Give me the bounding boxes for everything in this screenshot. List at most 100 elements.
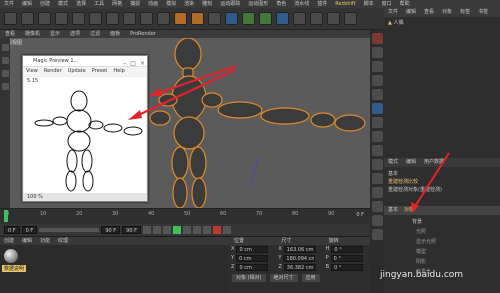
pos-z-field[interactable]: 0 cm	[236, 264, 269, 271]
tool-r14-icon[interactable]	[371, 215, 383, 226]
size-x-field[interactable]: 163.06 cm	[283, 246, 316, 253]
material-menu: 创建 编辑 功能 纹理	[0, 237, 228, 245]
rot-p-field[interactable]: 0 °	[330, 255, 363, 262]
tab-edit[interactable]: 编辑	[402, 8, 420, 17]
tab-bookmarks[interactable]: 书签	[474, 8, 492, 17]
coords-row-x: X0 cm X 163.06 cm H0 °	[228, 245, 370, 254]
panel-annotation-arrow	[411, 152, 450, 213]
tab-object[interactable]: 对象	[438, 8, 456, 17]
play-icon[interactable]	[172, 226, 181, 234]
tab-tags[interactable]: 标签	[456, 8, 474, 17]
record-icon[interactable]	[212, 226, 221, 234]
object-name: 人偶	[393, 20, 404, 26]
axis-label: X	[231, 246, 235, 252]
start-frame-field[interactable]: 0 F	[4, 226, 20, 234]
coords-row-z: Z0 cm Z 36.382 cm B0 °	[228, 263, 370, 272]
tick-label: 40	[148, 211, 155, 217]
last-frame-icon[interactable]	[202, 226, 211, 234]
tool-r11-icon[interactable]	[371, 173, 383, 184]
tab-file[interactable]: 文件	[384, 8, 402, 17]
tool-r15-icon[interactable]	[371, 229, 383, 240]
timeline[interactable]: 0 10 20 30 40 50 60 70 80 90 0 F	[0, 208, 370, 224]
rot-h-field[interactable]: 0 °	[331, 246, 364, 253]
timeline-ruler: 0 10 20 30 40 50 60 70 80 90	[6, 211, 336, 219]
prop-row-1[interactable]: 背景	[408, 218, 422, 226]
apply-button[interactable]: 应用	[301, 274, 320, 282]
rot-b-field[interactable]: 0 °	[331, 264, 364, 271]
tool-r9-icon[interactable]	[371, 145, 383, 156]
playhead[interactable]	[4, 210, 8, 222]
size-mode-dropdown[interactable]: 绝对尺寸	[269, 274, 298, 282]
size-z-field[interactable]: 36.382 cm	[283, 264, 316, 271]
mat-menu-edit[interactable]: 编辑	[18, 237, 36, 245]
object-row[interactable]: ▲ 人偶	[384, 19, 500, 27]
tool-r13-icon[interactable]	[371, 201, 383, 212]
prop-row-4[interactable]: 模型	[412, 248, 426, 256]
object-manager-panel: 文件 编辑 查看 对象 标签 书签 ▲ 人偶 模式 编辑 用户数据 基本 重建检…	[384, 8, 500, 293]
tool-r4-icon[interactable]	[371, 75, 383, 86]
annotation-arrow	[128, 69, 236, 120]
first-frame-icon[interactable]	[142, 226, 151, 234]
prop-row-3[interactable]: 显示光照	[412, 238, 436, 246]
tick-label: 70	[256, 211, 263, 217]
axis-label: Y	[231, 255, 235, 261]
axis-label: Z	[231, 264, 235, 270]
tool-r7-icon[interactable]	[371, 117, 383, 128]
attr-tab-mode[interactable]: 模式	[384, 158, 402, 167]
menu-help[interactable]: 帮助	[396, 0, 414, 8]
tool-r3-icon[interactable]	[371, 61, 383, 72]
coords-headers: 位置 尺寸 旋转	[228, 237, 370, 245]
tick-label: 10	[40, 211, 47, 217]
watermark: jingyan.baidu.com	[380, 270, 464, 280]
end-frame-field[interactable]: 90 F	[101, 226, 121, 234]
prop-row-5[interactable]: 阴影	[412, 258, 426, 266]
prev-frame-icon[interactable]	[162, 226, 171, 234]
coords-row-y: Y0 cm Y 180.094 cm P0 °	[228, 254, 370, 263]
next-frame-icon[interactable]	[182, 226, 191, 234]
subtab-basic[interactable]: 基本	[388, 206, 398, 215]
coords-header-rotation: 旋转	[328, 238, 339, 244]
tick-label: 90	[328, 211, 335, 217]
prev-key-icon[interactable]	[152, 226, 161, 234]
tool-r6-icon[interactable]	[371, 103, 383, 114]
menu-window[interactable]: 窗口	[378, 0, 396, 8]
end-frame-field-2[interactable]: 90 F	[122, 226, 141, 234]
object-manager-tabs: 文件 编辑 查看 对象 标签 书签	[384, 8, 500, 17]
tool-r2-icon[interactable]	[371, 47, 383, 58]
coords-footer: 对象 (相对) 绝对尺寸 应用	[228, 272, 370, 284]
material-manager: 创建 编辑 功能 纹理 数据说明	[0, 236, 228, 293]
material-label[interactable]: 数据说明	[2, 265, 27, 272]
material-ball-icon[interactable]	[4, 249, 18, 263]
pos-y-field[interactable]: 0 cm	[236, 255, 269, 262]
coords-header-position: 位置	[234, 238, 245, 244]
next-key-icon[interactable]	[192, 226, 201, 234]
current-frame: 0 F	[356, 212, 364, 218]
mat-menu-function[interactable]: 功能	[36, 237, 54, 245]
right-tool-column	[370, 30, 384, 265]
size-y-field[interactable]: 180.094 cm	[283, 255, 316, 262]
prop-row-2[interactable]: 光照	[412, 228, 426, 236]
tool-r8-icon[interactable]	[371, 131, 383, 142]
range-slider[interactable]	[39, 228, 100, 232]
autokey-icon[interactable]	[222, 226, 231, 234]
coordinates-panel: 位置 尺寸 旋转 X0 cm X 163.06 cm H0 ° Y0 cm Y 18…	[228, 236, 370, 293]
tool-r10-icon[interactable]	[371, 159, 383, 170]
tool-r5-icon[interactable]	[371, 89, 383, 100]
mat-menu-create[interactable]: 创建	[0, 237, 18, 245]
axis-label: P	[325, 255, 329, 261]
transport-bar: 0 F 0 F 90 F 90 F	[0, 224, 370, 236]
mat-menu-texture[interactable]: 纹理	[54, 237, 72, 245]
axis-label: X	[278, 246, 282, 252]
coord-mode-dropdown[interactable]: 对象 (相对)	[232, 274, 266, 282]
tool-r1-icon[interactable]	[371, 33, 383, 44]
tick-label: 30	[112, 211, 119, 217]
axis-label: B	[325, 264, 330, 270]
axis-label: Y	[278, 255, 282, 261]
tool-r12-icon[interactable]	[371, 187, 383, 198]
current-frame-field[interactable]: 0 F	[21, 226, 38, 234]
axis-label: Z	[278, 264, 282, 270]
tick-label: 80	[292, 211, 299, 217]
pos-x-field[interactable]: 0 cm	[236, 246, 269, 253]
object-icon: ▲	[388, 20, 392, 26]
tab-view[interactable]: 查看	[420, 8, 438, 17]
